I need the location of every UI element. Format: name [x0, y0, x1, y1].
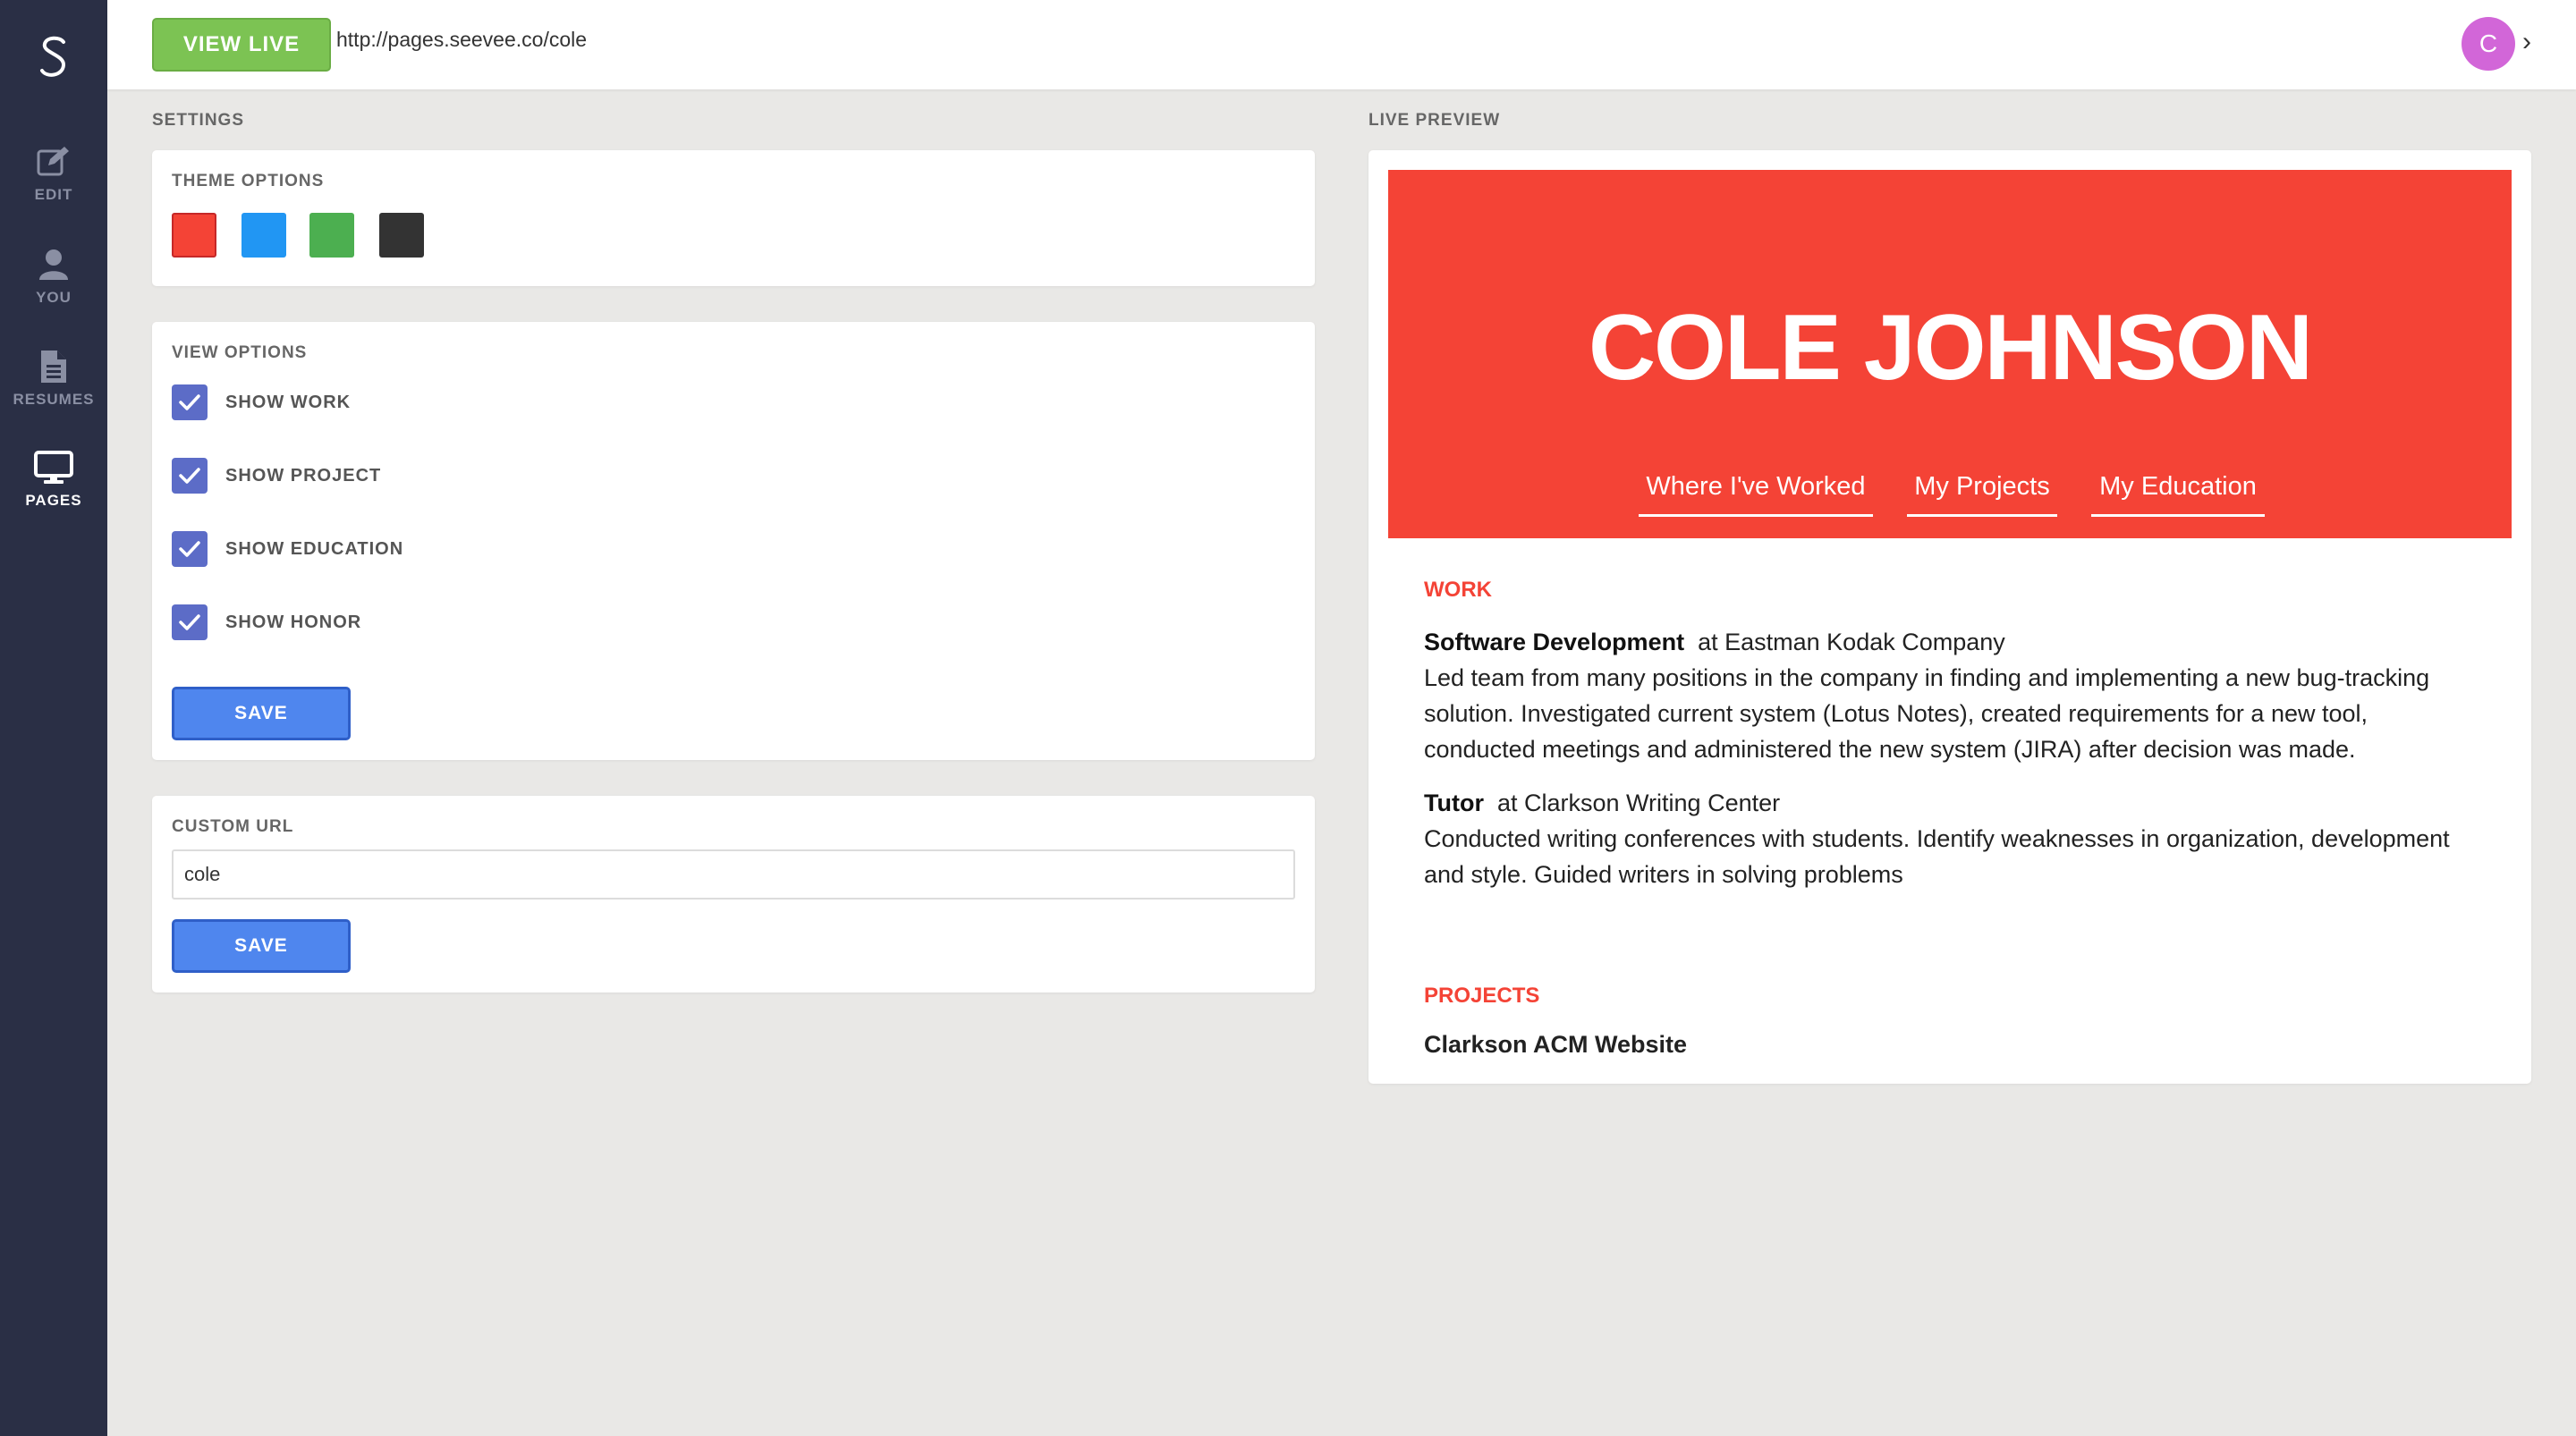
show-honor-option[interactable]: SHOW HONOR — [172, 604, 361, 640]
sidebar-item-resumes[interactable]: RESUMES — [0, 348, 107, 428]
show-work-label: SHOW WORK — [225, 392, 352, 412]
sidebar: EDIT YOU RESUMES PAGES — [0, 0, 107, 1436]
job-description-line: Conducted writing conferences with stude… — [1424, 825, 2450, 852]
preview-job-entry: Tutor at Clarkson Writing Center Conduct… — [1424, 785, 2497, 892]
show-project-label: SHOW PROJECT — [225, 465, 382, 486]
document-icon — [39, 348, 68, 385]
sidebar-item-label: RESUMES — [13, 391, 95, 408]
save-custom-url-button[interactable]: SAVE — [172, 919, 351, 973]
preview-nav-education[interactable]: My Education — [2091, 472, 2265, 517]
save-view-options-button[interactable]: SAVE — [172, 687, 351, 740]
sidebar-item-label: EDIT — [34, 186, 73, 203]
view-live-button[interactable]: VIEW LIVE — [152, 18, 331, 72]
job-company: at Eastman Kodak Company — [1698, 629, 2005, 655]
custom-url-input[interactable]: cole — [172, 849, 1295, 900]
theme-swatch-green[interactable] — [309, 213, 354, 258]
chevron-right-icon[interactable]: › — [2522, 27, 2531, 57]
job-description-line: Led team from many positions in the comp… — [1424, 664, 2430, 691]
settings-section-label: SETTINGS — [152, 111, 245, 130]
checkbox-checked-icon[interactable] — [172, 458, 208, 494]
show-work-option[interactable]: SHOW WORK — [172, 384, 351, 420]
job-title: Tutor — [1424, 790, 1484, 816]
sidebar-item-label: YOU — [36, 289, 72, 306]
sidebar-item-you[interactable]: YOU — [0, 246, 107, 326]
show-education-label: SHOW EDUCATION — [225, 538, 404, 559]
theme-options-title: THEME OPTIONS — [172, 172, 325, 190]
job-description-line: solution. Investigated current system (L… — [1424, 700, 2368, 727]
checkbox-checked-icon[interactable] — [172, 384, 208, 420]
job-title: Software Development — [1424, 629, 1685, 655]
theme-swatch-red[interactable] — [172, 213, 216, 258]
job-company: at Clarkson Writing Center — [1497, 790, 1781, 816]
sidebar-item-pages[interactable]: PAGES — [0, 449, 107, 529]
preview-job-entry: Software Development at Eastman Kodak Co… — [1424, 624, 2497, 767]
preview-name-heading: COLE JOHNSON — [1588, 296, 2313, 400]
job-description-line: conducted meetings and administered the … — [1424, 736, 2356, 763]
preview-projects-heading: PROJECTS — [1424, 984, 1540, 1008]
live-url-link[interactable]: http://pages.seevee.co/cole — [336, 28, 587, 52]
preview-work-heading: WORK — [1424, 578, 1492, 602]
top-bar: VIEW LIVE http://pages.seevee.co/cole C … — [107, 0, 2576, 89]
checkbox-checked-icon[interactable] — [172, 604, 208, 640]
theme-options-card: THEME OPTIONS — [152, 150, 1315, 286]
job-description-line: and style. Guided writers in solving pro… — [1424, 861, 1903, 888]
edit-icon — [36, 143, 72, 181]
theme-swatch-blue[interactable] — [242, 213, 286, 258]
avatar[interactable]: C — [2462, 17, 2515, 71]
preview-nav-projects[interactable]: My Projects — [1907, 472, 2057, 517]
logo-s-icon — [40, 36, 65, 77]
sidebar-item-edit[interactable]: EDIT — [0, 143, 107, 224]
monitor-icon — [34, 449, 73, 486]
checkbox-checked-icon[interactable] — [172, 531, 208, 567]
show-education-option[interactable]: SHOW EDUCATION — [172, 531, 403, 567]
preview-nav-work[interactable]: Where I've Worked — [1639, 472, 1873, 517]
view-options-card: VIEW OPTIONS SHOW WORK SHOW PROJECT SHOW… — [152, 322, 1315, 760]
app-logo[interactable] — [0, 23, 107, 91]
custom-url-title: CUSTOM URL — [172, 817, 294, 836]
user-icon — [38, 246, 69, 283]
sidebar-item-label: PAGES — [25, 492, 82, 509]
theme-swatch-dark[interactable] — [379, 213, 424, 258]
view-options-title: VIEW OPTIONS — [172, 343, 308, 362]
preview-hero-banner: COLE JOHNSON Where I've Worked My Projec… — [1388, 170, 2512, 538]
custom-url-card: CUSTOM URL cole SAVE — [152, 796, 1315, 993]
live-preview-card: COLE JOHNSON Where I've Worked My Projec… — [1368, 150, 2531, 1084]
preview-project-title: Clarkson ACM Website — [1424, 1031, 1688, 1058]
show-project-option[interactable]: SHOW PROJECT — [172, 458, 381, 494]
show-honor-label: SHOW HONOR — [225, 612, 362, 632]
live-preview-section-label: LIVE PREVIEW — [1368, 111, 1501, 130]
